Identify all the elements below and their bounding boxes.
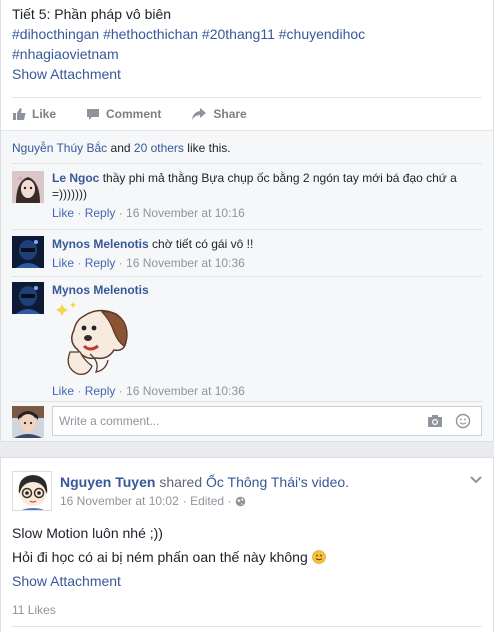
comment-body: Le Ngoc thầy phi mả thằng Bựa chụp ốc bằ… [52, 170, 482, 202]
comment-meta: Like · Reply · 16 November at 10:36 [52, 384, 245, 398]
page-name-link[interactable]: Ốc Thông Thái [206, 474, 298, 490]
likes-summary: Nguyễn Thúy Bắc and 20 others like this. [12, 141, 231, 155]
post-actions: Like Comment Share [12, 100, 277, 128]
camera-icon[interactable] [427, 413, 443, 434]
comment-reply-link[interactable]: Reply [85, 384, 116, 398]
post-title-line: Tiết 5: Phần pháp vô biên [12, 6, 172, 22]
post-header: Nguyen Tuyen shared Ốc Thông Thái's vide… [60, 473, 349, 491]
globe-icon[interactable] [235, 496, 246, 507]
post-line: Hỏi đi học có ai bị ném phấn oan thế này… [12, 545, 326, 569]
liker-name[interactable]: Nguyễn Thúy Bắc [12, 141, 107, 155]
avatar[interactable] [12, 236, 44, 268]
comment-author[interactable]: Le Ngoc [52, 171, 99, 185]
hashtags-line[interactable]: #dihocthingan #hethocthichan #20thang11 … [12, 24, 365, 44]
share-label: Share [213, 107, 247, 121]
post-meta: 16 November at 10:02 · Edited · [60, 494, 246, 508]
divider [12, 97, 482, 98]
post-text: Slow Motion luôn nhé ;)) Hỏi đi học có a… [12, 521, 326, 593]
author-name[interactable]: Nguyen Tuyen [60, 474, 155, 490]
likes-and: and [110, 141, 131, 155]
thumbs-up-icon [13, 108, 26, 120]
comment-body: Mynos Melenotis chờ tiết có gái vô !! [52, 236, 482, 252]
others-link[interactable]: 20 others [134, 141, 184, 155]
divider [12, 401, 482, 402]
comment-like-link[interactable]: Like [52, 384, 74, 398]
post-card: Tiết 5: Phần pháp vô biên #dihocthingan … [0, 0, 494, 442]
divider [12, 229, 482, 230]
chevron-down-icon[interactable] [469, 472, 483, 490]
comment-text: thầy phi mả thằng Bựa chụp ốc bằng 2 ngó… [52, 171, 457, 201]
post-card: Nguyen Tuyen shared Ốc Thông Thái's vide… [0, 457, 494, 632]
comment-body: Mynos Melenotis [52, 282, 482, 298]
avatar[interactable] [12, 171, 44, 203]
dog-sticker[interactable] [54, 302, 134, 378]
divider [12, 276, 482, 277]
share-button[interactable]: Share [191, 107, 247, 121]
likes-suffix: like this. [187, 141, 231, 155]
author-avatar[interactable] [12, 471, 52, 511]
comment-like-link[interactable]: Like [52, 256, 74, 270]
divider [12, 595, 482, 596]
show-attachment-link[interactable]: Show Attachment [12, 569, 326, 593]
show-attachment-link[interactable]: Show Attachment [12, 64, 365, 84]
avatar[interactable] [12, 282, 44, 314]
comment-like-link[interactable]: Like [52, 206, 74, 220]
comment-text: chờ tiết có gái vô !! [152, 237, 254, 251]
comment-reply-link[interactable]: Reply [85, 206, 116, 220]
post-timestamp[interactable]: 16 November at 10:02 [60, 494, 179, 508]
comment-label: Comment [106, 107, 162, 121]
hashtags-line[interactable]: #nhagiaovietnam [12, 44, 365, 64]
edited-label[interactable]: · Edited · [183, 494, 232, 508]
emoji-icon[interactable] [455, 413, 471, 434]
comment-author[interactable]: Mynos Melenotis [52, 283, 149, 297]
comment-time[interactable]: 16 November at 10:36 [126, 256, 245, 270]
shared-text: shared [159, 474, 203, 490]
comment-reply-link[interactable]: Reply [85, 256, 116, 270]
comment-meta: Like · Reply · 16 November at 10:16 [52, 206, 245, 220]
current-user-avatar[interactable] [12, 406, 44, 438]
comment-author[interactable]: Mynos Melenotis [52, 237, 149, 251]
smiley-emoji-icon [311, 550, 326, 564]
comment-composer[interactable] [52, 406, 482, 436]
post-line: Slow Motion luôn nhé ;)) [12, 525, 163, 541]
divider [12, 626, 482, 627]
comment-time[interactable]: 16 November at 10:36 [126, 384, 245, 398]
comments-section: Nguyễn Thúy Bắc and 20 others like this.… [1, 130, 493, 441]
divider [12, 163, 482, 164]
comment-meta: Like · Reply · 16 November at 10:36 [52, 256, 245, 270]
post-line-text: Hỏi đi học có ai bị ném phấn oan thế này… [12, 549, 308, 565]
likes-count[interactable]: 11 Likes [12, 603, 56, 617]
share-icon [192, 108, 207, 120]
like-button[interactable]: Like [12, 107, 56, 121]
post-text: Tiết 5: Phần pháp vô biên #dihocthingan … [12, 4, 365, 84]
comment-time[interactable]: 16 November at 10:16 [126, 206, 245, 220]
comment-icon [87, 109, 100, 120]
comment-button[interactable]: Comment [86, 107, 161, 121]
like-label: Like [32, 107, 57, 121]
video-link[interactable]: 's video. [298, 474, 349, 490]
comment-input[interactable] [59, 414, 399, 428]
